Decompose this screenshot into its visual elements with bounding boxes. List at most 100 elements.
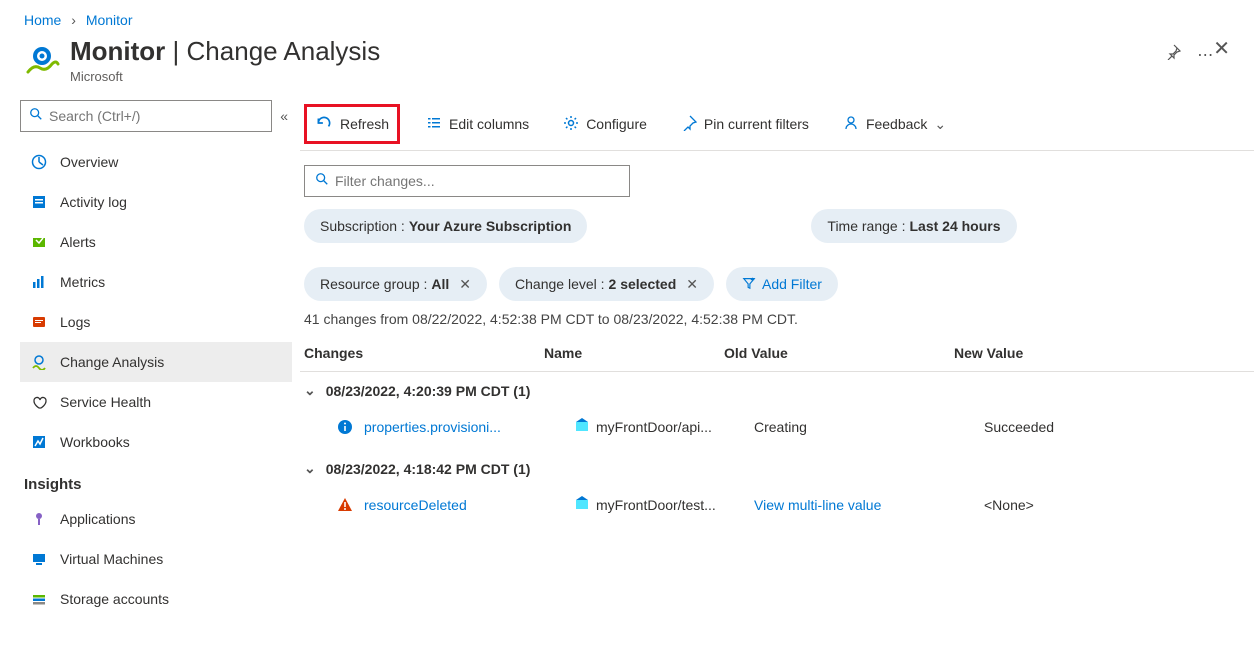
old-value-link[interactable]: View multi-line value — [754, 497, 881, 513]
sidebar-item-change-analysis[interactable]: Change Analysis — [20, 342, 292, 382]
service-health-icon — [30, 393, 48, 411]
feedback-icon — [843, 115, 859, 134]
collapse-sidebar-icon[interactable]: « — [280, 108, 292, 124]
changes-table: Changes Name Old Value New Value ⌄ 08/23… — [300, 335, 1254, 528]
search-icon — [29, 107, 43, 126]
change-analysis-icon — [30, 353, 48, 371]
refresh-button[interactable]: Refresh — [304, 104, 400, 144]
pill-resource-group[interactable]: Resource group : All ✕ — [304, 267, 487, 301]
table-row[interactable]: resourceDeleted myFrontDoor/test... View… — [300, 487, 1254, 528]
col-new[interactable]: New Value — [954, 345, 1250, 361]
configure-button[interactable]: Configure — [555, 106, 655, 142]
filter-changes-input[interactable] — [304, 165, 630, 197]
pill-value: All — [431, 276, 449, 292]
resource-icon — [574, 417, 590, 436]
applications-icon — [30, 510, 48, 528]
group-row[interactable]: ⌄ 08/23/2022, 4:20:39 PM CDT (1) — [300, 372, 1254, 409]
filter-pills: Subscription : Your Azure Subscription T… — [304, 209, 1254, 301]
sidebar-item-overview[interactable]: Overview — [20, 142, 292, 182]
refresh-label: Refresh — [340, 116, 389, 132]
breadcrumb-home[interactable]: Home — [24, 12, 61, 28]
warning-icon — [334, 497, 356, 513]
add-filter-icon — [742, 276, 756, 293]
sidebar-item-metrics[interactable]: Metrics — [20, 262, 292, 302]
vm-icon — [30, 550, 48, 568]
monitor-icon — [24, 42, 60, 78]
pill-label: Change level : — [515, 276, 605, 292]
chevron-right-icon: › — [71, 12, 76, 28]
sidebar-search-input[interactable] — [49, 108, 263, 124]
sidebar-label: Activity log — [60, 194, 127, 210]
sidebar-item-applications[interactable]: Applications — [20, 499, 292, 539]
add-filter-button[interactable]: Add Filter — [726, 267, 838, 301]
pill-change-level[interactable]: Change level : 2 selected ✕ — [499, 267, 714, 301]
page-header: Monitor | Change Analysis Microsoft ⋯ ✕ — [0, 32, 1254, 100]
more-icon[interactable]: ⋯ — [1197, 45, 1213, 65]
resource-name: myFrontDoor/test... — [596, 497, 716, 513]
sidebar-item-activity-log[interactable]: Activity log — [20, 182, 292, 222]
feedback-button[interactable]: Feedback ⌄ — [835, 106, 954, 142]
resource-name: myFrontDoor/api... — [596, 419, 712, 435]
new-value: <None> — [984, 497, 1250, 513]
change-link[interactable]: resourceDeleted — [364, 497, 467, 513]
edit-columns-label: Edit columns — [449, 116, 529, 132]
toolbar: Refresh Edit columns Configure Pin curre… — [300, 100, 1254, 151]
sidebar-label: Service Health — [60, 394, 151, 410]
sidebar-item-alerts[interactable]: Alerts — [20, 222, 292, 262]
close-icon[interactable]: ✕ — [1213, 36, 1230, 61]
sidebar-label: Virtual Machines — [60, 551, 163, 567]
pill-value: 2 selected — [609, 276, 677, 292]
group-label: 08/23/2022, 4:20:39 PM CDT (1) — [326, 383, 531, 399]
activity-log-icon — [30, 193, 48, 211]
sidebar-label: Metrics — [60, 274, 105, 290]
sidebar-item-service-health[interactable]: Service Health — [20, 382, 292, 422]
configure-label: Configure — [586, 116, 647, 132]
filter-changes-field[interactable] — [335, 173, 619, 189]
publisher-label: Microsoft — [70, 69, 1165, 84]
table-header: Changes Name Old Value New Value — [300, 335, 1254, 372]
pin-filters-label: Pin current filters — [704, 116, 809, 132]
pill-label: Resource group : — [320, 276, 427, 292]
workbooks-icon — [30, 433, 48, 451]
breadcrumb: Home › Monitor — [0, 0, 1254, 32]
logs-icon — [30, 313, 48, 331]
page-title: Monitor | Change Analysis — [70, 36, 1165, 67]
new-value: Succeeded — [984, 419, 1250, 435]
sidebar-item-virtual-machines[interactable]: Virtual Machines — [20, 539, 292, 579]
edit-columns-button[interactable]: Edit columns — [418, 106, 537, 142]
sidebar-label: Overview — [60, 154, 118, 170]
metrics-icon — [30, 273, 48, 291]
chevron-down-icon: ⌄ — [304, 460, 316, 477]
col-old[interactable]: Old Value — [724, 345, 954, 361]
columns-icon — [426, 115, 442, 134]
sidebar-search[interactable] — [20, 100, 272, 132]
main-content: Refresh Edit columns Configure Pin curre… — [300, 100, 1254, 619]
overview-icon — [30, 153, 48, 171]
breadcrumb-monitor[interactable]: Monitor — [86, 12, 133, 28]
col-changes[interactable]: Changes — [304, 345, 544, 361]
change-link[interactable]: properties.provisioni... — [364, 419, 501, 435]
sidebar-label: Change Analysis — [60, 354, 164, 370]
sidebar-item-storage-accounts[interactable]: Storage accounts — [20, 579, 292, 619]
table-row[interactable]: properties.provisioni... myFrontDoor/api… — [300, 409, 1254, 450]
pill-value: Last 24 hours — [909, 218, 1000, 234]
sidebar-label: Alerts — [60, 234, 96, 250]
search-icon — [315, 172, 329, 191]
pill-subscription[interactable]: Subscription : Your Azure Subscription — [304, 209, 587, 243]
sidebar-item-logs[interactable]: Logs — [20, 302, 292, 342]
storage-icon — [30, 590, 48, 608]
resource-icon — [574, 495, 590, 514]
close-icon[interactable]: ✕ — [686, 276, 698, 293]
pill-value: Your Azure Subscription — [409, 218, 572, 234]
old-value: Creating — [754, 419, 984, 435]
pill-time-range[interactable]: Time range : Last 24 hours — [811, 209, 1016, 243]
pill-label: Subscription : — [320, 218, 405, 234]
sidebar-label: Storage accounts — [60, 591, 169, 607]
summary-text: 41 changes from 08/22/2022, 4:52:38 PM C… — [304, 311, 1250, 327]
pin-filters-button[interactable]: Pin current filters — [673, 106, 817, 142]
sidebar-item-workbooks[interactable]: Workbooks — [20, 422, 292, 462]
group-row[interactable]: ⌄ 08/23/2022, 4:18:42 PM CDT (1) — [300, 450, 1254, 487]
pin-icon[interactable] — [1165, 44, 1181, 65]
col-name[interactable]: Name — [544, 345, 724, 361]
close-icon[interactable]: ✕ — [459, 276, 471, 293]
